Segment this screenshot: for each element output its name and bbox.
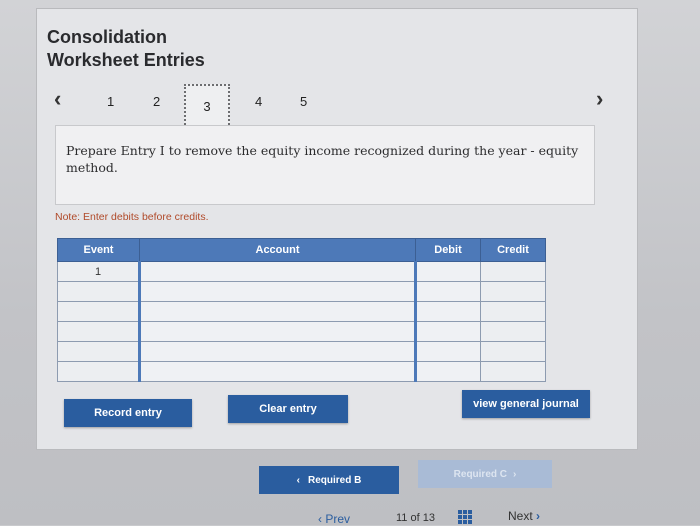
required-prev-label: Required B [308,474,362,486]
table-row: 1 [57,261,546,282]
header-debit: Debit [415,238,481,262]
event-cell [57,341,140,362]
journal-entry-table: Event Account Debit Credit 1 [57,238,546,382]
footer-prev-link[interactable]: ‹ Prev [318,512,350,526]
event-cell [57,301,140,322]
table-row [57,341,546,362]
chevron-right-icon: › [532,509,541,523]
debit-input[interactable] [414,361,481,382]
account-input[interactable] [138,301,416,322]
instruction-note: Note: Enter debits before credits. [55,211,209,223]
event-cell [57,321,140,342]
chevron-right-icon[interactable]: › [596,86,603,112]
footer-next-link[interactable]: Next › [508,509,540,523]
credit-input[interactable] [480,281,546,302]
account-input[interactable] [138,361,416,382]
debit-input[interactable] [414,281,481,302]
required-prev-button[interactable]: ‹ Required B [259,466,399,494]
table-row [57,301,546,322]
footer-prev-label: Prev [325,512,351,526]
event-cell: 1 [57,261,140,282]
question-prompt: Prepare Entry I to remove the equity inc… [55,125,595,205]
credit-input[interactable] [480,361,546,382]
page-5[interactable]: 5 [300,94,307,109]
debit-input[interactable] [414,341,481,362]
debit-input[interactable] [414,321,481,342]
account-input[interactable] [138,281,416,302]
table-row [57,281,546,302]
page-3-active[interactable]: 3 [184,84,230,128]
page-2[interactable]: 2 [153,94,160,109]
record-entry-button[interactable]: Record entry [64,399,192,427]
header-event: Event [57,238,140,262]
grid-menu-icon[interactable] [458,510,472,524]
event-cell [57,361,140,382]
clear-entry-button[interactable]: Clear entry [228,395,348,423]
chevron-left-icon: ‹ [296,474,300,486]
credit-input[interactable] [480,321,546,342]
credit-input[interactable] [480,261,546,282]
page-title: Consolidation Worksheet Entries [47,26,205,72]
table-row [57,361,546,382]
title-line-2: Worksheet Entries [47,50,205,70]
chevron-left-icon[interactable]: ‹ [54,86,61,112]
page-1[interactable]: 1 [107,94,114,109]
account-input[interactable] [138,261,416,282]
title-line-1: Consolidation [47,27,167,47]
table-header-row: Event Account Debit Credit [57,238,546,262]
table-row [57,321,546,342]
account-input[interactable] [138,321,416,342]
required-next-label: Required C [453,468,507,480]
header-account: Account [139,238,416,262]
credit-input[interactable] [480,341,546,362]
page-3-label: 3 [203,98,211,114]
page-4[interactable]: 4 [255,94,262,109]
chevron-right-icon: › [513,468,517,480]
page-counter: 11 of 13 [396,512,435,524]
footer-next-label: Next [508,509,533,523]
credit-input[interactable] [480,301,546,322]
debit-input[interactable] [414,301,481,322]
debit-input[interactable] [414,261,481,282]
required-next-button: Required C › [418,460,552,488]
view-general-journal-button[interactable]: view general journal [462,390,590,418]
account-input[interactable] [138,341,416,362]
event-cell [57,281,140,302]
worksheet-panel [36,8,638,450]
header-credit: Credit [480,238,546,262]
